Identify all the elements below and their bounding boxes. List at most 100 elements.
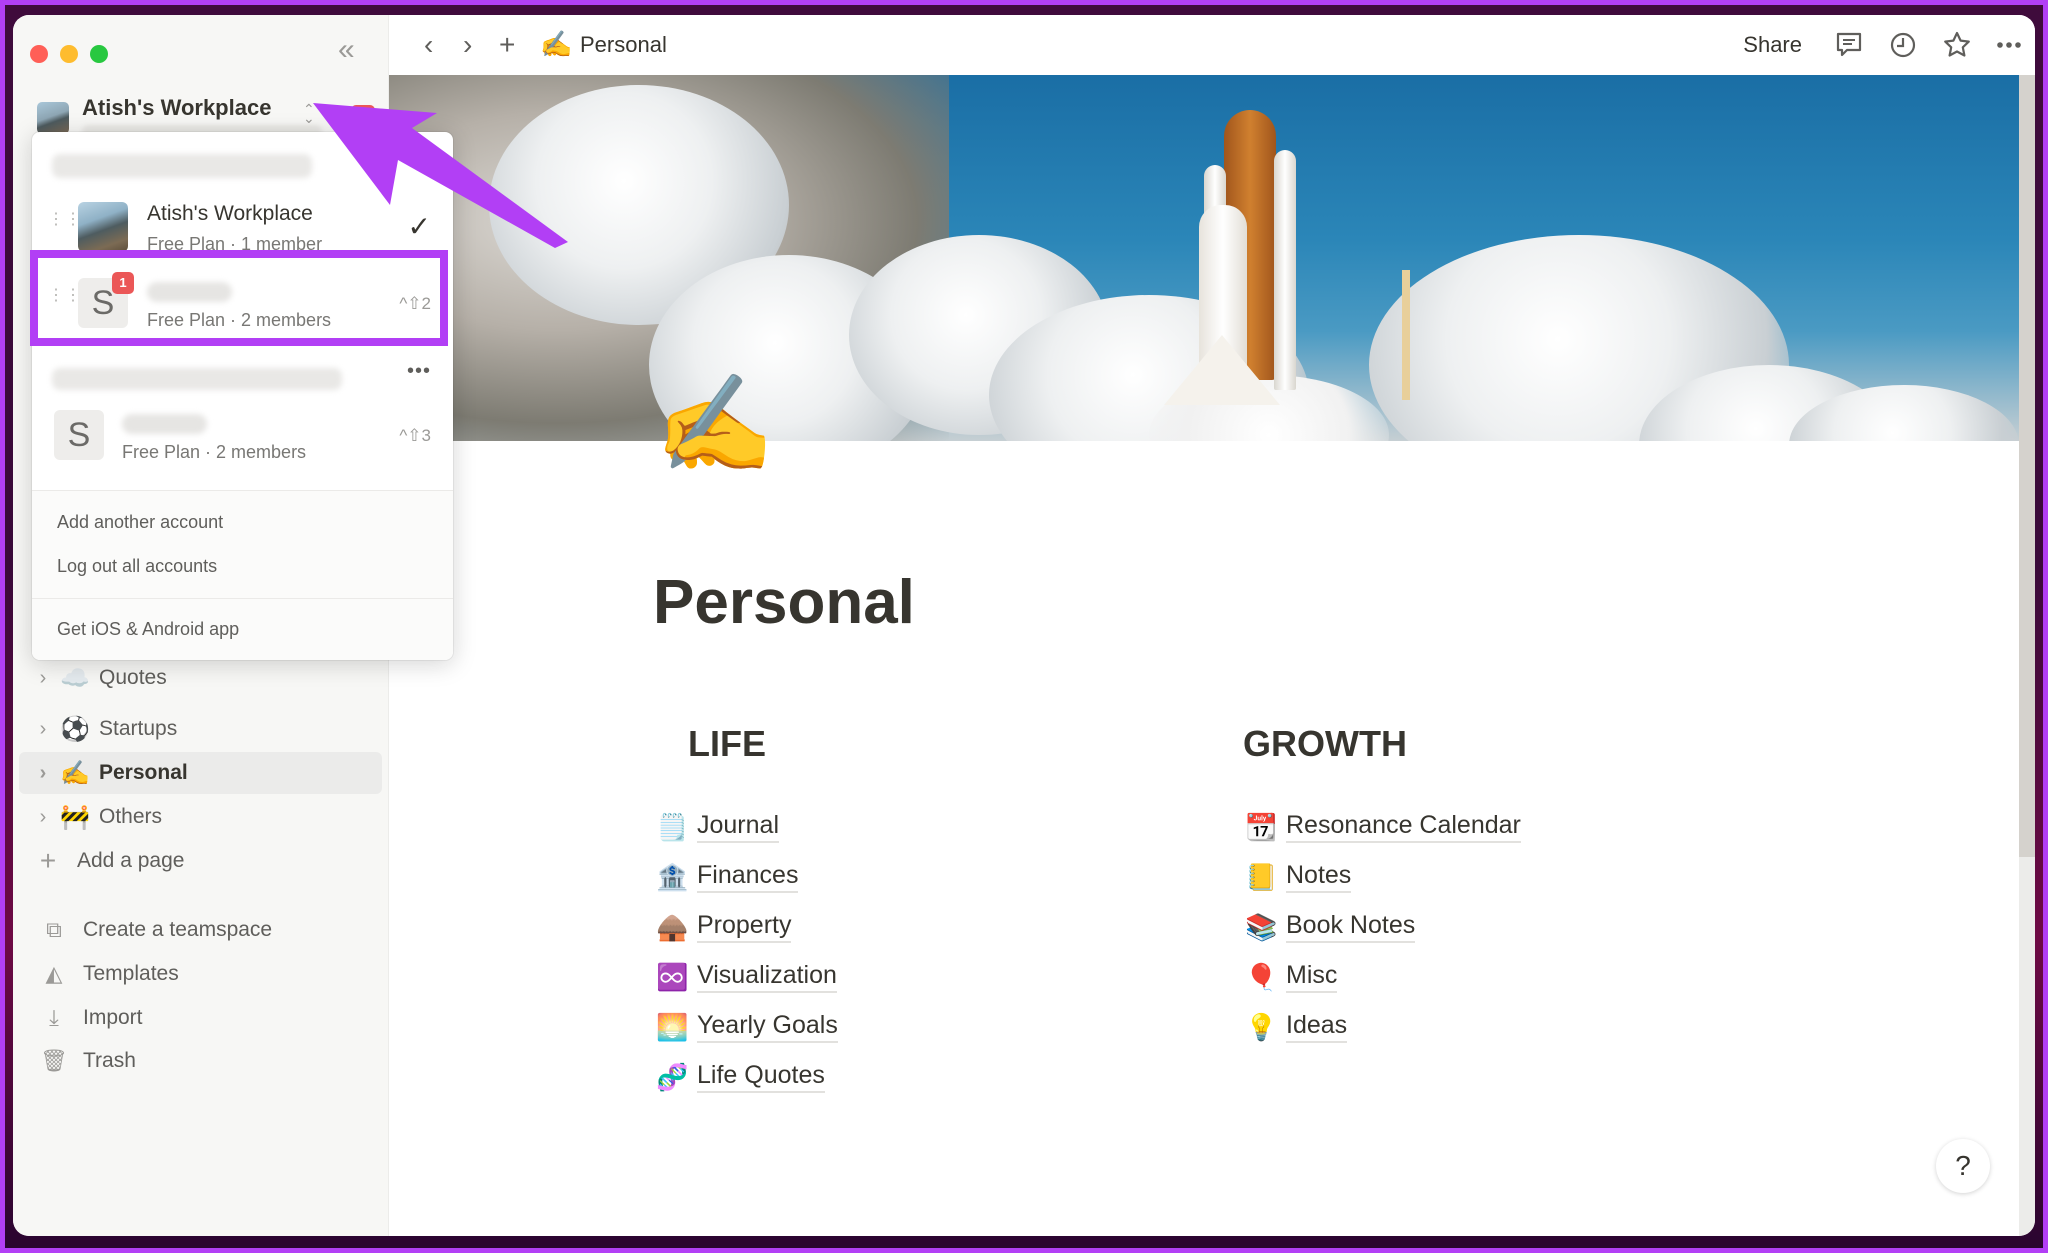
create-teamspace-button[interactable]: ⧉ Create a teamspace bbox=[19, 909, 382, 951]
soccer-ball-icon: ⚽ bbox=[60, 715, 90, 743]
link-label[interactable]: Visualization bbox=[697, 961, 837, 993]
sidebar-item-personal[interactable]: › ✍️ Personal bbox=[19, 752, 382, 794]
comment-icon[interactable] bbox=[1833, 29, 1865, 61]
construction-icon: 🚧 bbox=[60, 803, 90, 831]
util-label: Trash bbox=[83, 1049, 136, 1072]
books-icon: 📚 bbox=[1245, 911, 1278, 942]
workspace-option-s-2[interactable]: S Free Plan · 2 members ^⇧3 bbox=[32, 398, 453, 474]
sidebar-item-label: Startups bbox=[99, 717, 178, 740]
sidebar-item-startups[interactable]: › ⚽ Startups bbox=[19, 708, 382, 750]
column-heading-life: LIFE bbox=[688, 723, 766, 764]
templates-icon: ◭ bbox=[45, 961, 63, 986]
workspace-name: Atish's Workplace bbox=[147, 202, 313, 225]
menu-account-actions: Add another account Log out all accounts bbox=[32, 490, 453, 599]
clock-icon[interactable] bbox=[1887, 29, 1919, 61]
menu-app-section: Get iOS & Android app bbox=[32, 598, 453, 660]
link-label[interactable]: Property bbox=[697, 911, 792, 943]
writing-hand-icon: ✍️ bbox=[60, 759, 90, 787]
sidebar-item-label: Quotes bbox=[99, 666, 167, 689]
page-link-resonance-calendar[interactable]: 📆 Resonance Calendar bbox=[1245, 807, 1521, 847]
cloud-icon: ☁️ bbox=[60, 664, 90, 692]
page-link-book-notes[interactable]: 📚 Book Notes bbox=[1245, 907, 1416, 947]
page-link-finances[interactable]: 🏦 Finances bbox=[656, 857, 799, 897]
chevron-right-icon[interactable]: › bbox=[29, 667, 57, 690]
notification-badge: 1 bbox=[351, 105, 375, 127]
column-heading-growth: GROWTH bbox=[1243, 723, 1407, 764]
keyboard-shortcut: ^⇧3 bbox=[399, 426, 431, 445]
breadcrumb[interactable]: Personal bbox=[580, 32, 667, 58]
account-email-redacted bbox=[52, 154, 312, 178]
launch-tower bbox=[1402, 270, 1410, 400]
window-controls bbox=[30, 45, 108, 63]
link-label[interactable]: Yearly Goals bbox=[697, 1011, 838, 1043]
link-label[interactable]: Misc bbox=[1286, 961, 1338, 993]
workspace-name-redacted bbox=[122, 414, 207, 434]
workspace-name: Atish's Workplace bbox=[82, 95, 272, 120]
more-icon[interactable] bbox=[1993, 29, 2025, 61]
bank-icon: 🏦 bbox=[656, 861, 689, 892]
help-button[interactable]: ? bbox=[1936, 1139, 1990, 1193]
trash-button[interactable]: 🗑 Trash bbox=[19, 1040, 382, 1082]
chevron-right-icon[interactable]: › bbox=[29, 762, 57, 785]
link-label[interactable]: Ideas bbox=[1286, 1011, 1348, 1043]
util-label: Import bbox=[83, 1006, 143, 1029]
link-label[interactable]: Journal bbox=[697, 811, 779, 843]
workspace-avatar: S bbox=[54, 410, 104, 460]
util-label: Templates bbox=[83, 962, 179, 985]
workspace-switcher-menu: ⋮⋮ Atish's Workplace Free Plan · 1 membe… bbox=[32, 132, 453, 660]
drag-handle-icon[interactable]: ⋮⋮ bbox=[48, 212, 81, 228]
account-email-redacted bbox=[52, 368, 342, 390]
sidebar-item-label: Others bbox=[99, 805, 163, 828]
log-out-all-button[interactable]: Log out all accounts bbox=[57, 556, 217, 577]
chevron-right-icon[interactable]: › bbox=[29, 718, 57, 741]
import-icon: ⤓ bbox=[49, 1005, 59, 1030]
dna-icon: 🧬 bbox=[656, 1061, 689, 1092]
scrollbar-thumb[interactable] bbox=[2019, 75, 2035, 857]
get-mobile-app-button[interactable]: Get iOS & Android app bbox=[57, 619, 239, 640]
page-icon[interactable]: ✍️ bbox=[655, 377, 775, 473]
infinity-icon: ♾️ bbox=[656, 961, 689, 992]
checkmark-icon: ✓ bbox=[407, 211, 431, 242]
page-link-life-quotes[interactable]: 🧬 Life Quotes bbox=[656, 1057, 825, 1097]
page-title[interactable]: Personal bbox=[653, 567, 915, 638]
sidebar-item-others[interactable]: › 🚧 Others bbox=[19, 796, 382, 838]
highlight-box-annotation bbox=[30, 250, 448, 346]
sidebar-item-quotes[interactable]: › ☁️ Quotes bbox=[19, 657, 382, 699]
collapse-sidebar-icon[interactable]: « bbox=[338, 35, 355, 65]
back-button[interactable]: ‹ bbox=[424, 27, 433, 63]
balloon-icon: 🎈 bbox=[1245, 961, 1278, 992]
light-bulb-icon: 💡 bbox=[1245, 1011, 1278, 1042]
star-icon[interactable] bbox=[1941, 29, 1973, 61]
maximize-window-button[interactable] bbox=[90, 45, 108, 63]
page-link-notes[interactable]: 📒 Notes bbox=[1245, 857, 1352, 897]
import-button[interactable]: ⤓ Import bbox=[19, 997, 382, 1039]
share-button[interactable]: Share bbox=[1743, 32, 1802, 58]
page-cover-image[interactable] bbox=[389, 75, 2019, 441]
workspace-avatar bbox=[37, 102, 69, 134]
link-label[interactable]: Notes bbox=[1286, 861, 1352, 893]
page-link-ideas[interactable]: 💡 Ideas bbox=[1245, 1007, 1348, 1047]
chevron-up-down-icon[interactable]: ⌃ ⌄ bbox=[303, 102, 315, 125]
link-label[interactable]: Finances bbox=[697, 861, 799, 893]
link-label[interactable]: Life Quotes bbox=[697, 1061, 825, 1093]
chevron-right-icon[interactable]: › bbox=[29, 806, 57, 829]
workspace-avatar bbox=[78, 202, 128, 252]
calendar-icon: 📆 bbox=[1245, 811, 1278, 842]
page-link-visualization[interactable]: ♾️ Visualization bbox=[656, 957, 837, 997]
minimize-window-button[interactable] bbox=[60, 45, 78, 63]
link-label[interactable]: Book Notes bbox=[1286, 911, 1416, 943]
page-link-property[interactable]: 🛖 Property bbox=[656, 907, 792, 947]
close-window-button[interactable] bbox=[30, 45, 48, 63]
more-options-icon[interactable]: ••• bbox=[407, 360, 431, 383]
add-another-account-button[interactable]: Add another account bbox=[57, 512, 223, 533]
page-link-journal[interactable]: 🗒️ Journal bbox=[656, 807, 779, 847]
new-page-button[interactable]: + bbox=[499, 27, 515, 63]
trash-icon: 🗑 bbox=[40, 1048, 68, 1073]
add-page-button[interactable]: + Add a page bbox=[19, 840, 382, 882]
workspace-plan: Free Plan · 2 members bbox=[122, 442, 307, 462]
link-label[interactable]: Resonance Calendar bbox=[1286, 811, 1521, 843]
page-link-misc[interactable]: 🎈 Misc bbox=[1245, 957, 1338, 997]
templates-button[interactable]: ◭ Templates bbox=[19, 953, 382, 995]
forward-button[interactable]: › bbox=[463, 27, 472, 63]
page-link-yearly-goals[interactable]: 🌅 Yearly Goals bbox=[656, 1007, 838, 1047]
